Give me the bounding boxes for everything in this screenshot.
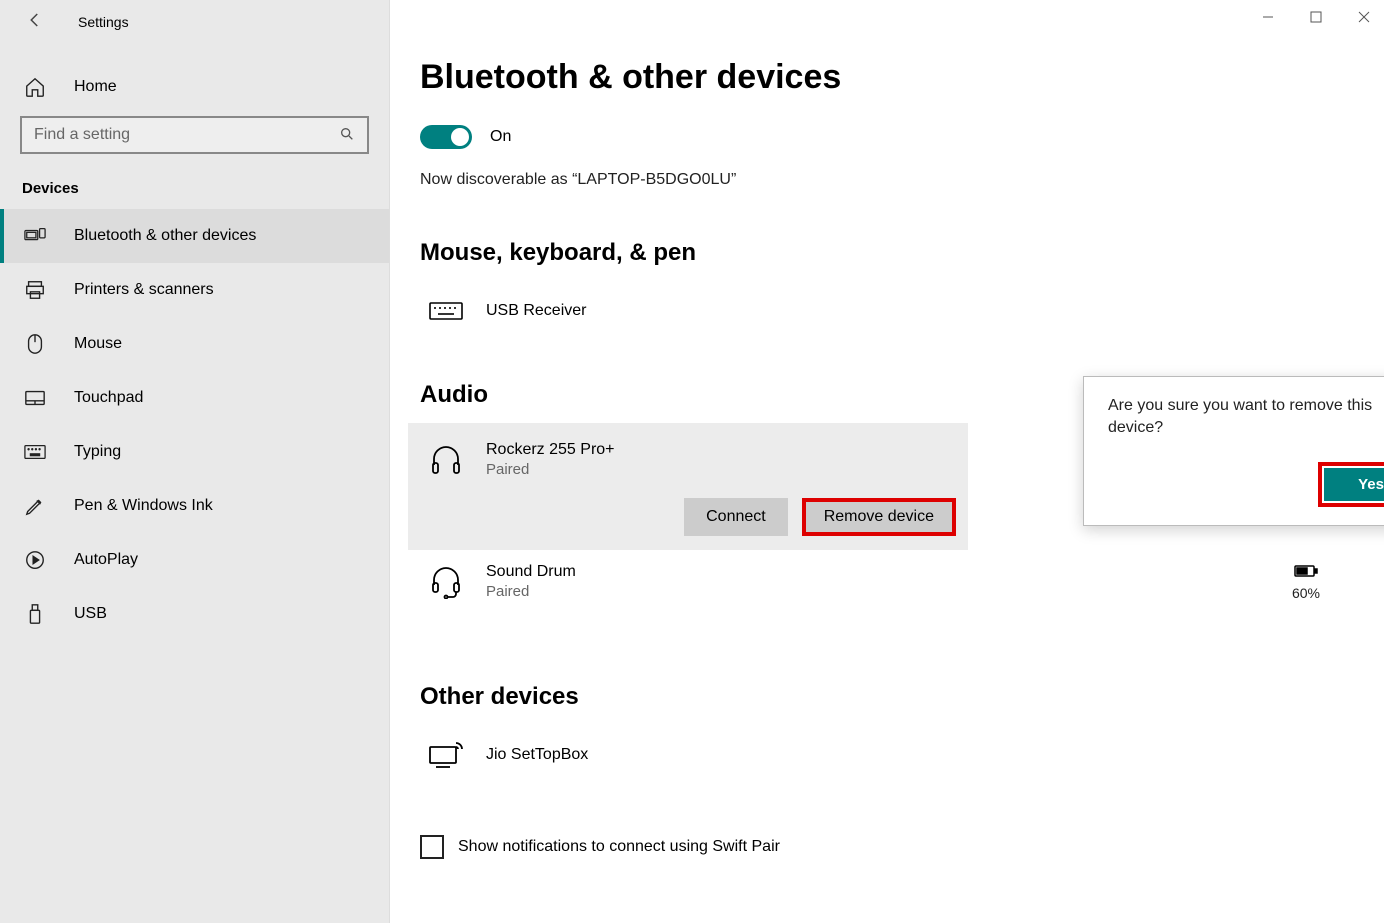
bluetooth-toggle-label: On xyxy=(490,128,511,146)
swift-pair-checkbox[interactable] xyxy=(420,835,444,859)
section-title-other: Other devices xyxy=(420,683,1350,711)
close-button[interactable] xyxy=(1358,10,1370,26)
popup-yes-button[interactable]: Yes xyxy=(1324,468,1384,501)
connect-button[interactable]: Connect xyxy=(684,498,788,536)
remove-device-button[interactable]: Remove device xyxy=(802,498,956,536)
sidebar-item-usb[interactable]: USB xyxy=(0,587,389,641)
sidebar-item-label: Pen & Windows Ink xyxy=(74,497,213,515)
display-device-icon xyxy=(428,737,464,773)
device-actions: Connect Remove device xyxy=(420,498,968,536)
maximize-button[interactable] xyxy=(1310,10,1322,26)
popup-yes-highlight: Yes xyxy=(1318,462,1384,507)
main: Bluetooth & other devices On Now discove… xyxy=(390,0,1384,923)
device-name: Jio SetTopBox xyxy=(486,746,1350,764)
device-row-rockerz[interactable]: Rockerz 255 Pro+ Paired xyxy=(420,437,968,498)
sidebar-item-label: Mouse xyxy=(74,335,122,353)
app-title: Settings xyxy=(78,14,129,30)
device-status: Paired xyxy=(486,461,968,478)
printer-icon xyxy=(24,279,46,301)
bluetooth-toggle-row: On xyxy=(420,125,1350,149)
discoverable-text: Now discoverable as “LAPTOP-B5DGO0LU” xyxy=(420,171,1350,189)
usb-icon xyxy=(24,603,46,625)
search-input[interactable] xyxy=(34,126,339,144)
popup-text: Are you sure you want to remove this dev… xyxy=(1108,395,1384,440)
page-title: Bluetooth & other devices xyxy=(420,58,1350,97)
search-icon xyxy=(339,126,355,145)
battery-icon xyxy=(1292,562,1320,583)
swift-pair-row: Show notifications to connect using Swif… xyxy=(420,835,1350,859)
device-name: Rockerz 255 Pro+ xyxy=(486,441,968,459)
keyboard-icon xyxy=(24,441,46,463)
device-battery: 60% xyxy=(1292,562,1320,601)
search-box[interactable] xyxy=(20,116,369,154)
sidebar-item-touchpad[interactable]: Touchpad xyxy=(0,371,389,425)
popup-actions: Yes xyxy=(1108,462,1384,507)
device-row-sound-drum[interactable]: Sound Drum Paired 60% xyxy=(420,550,1350,613)
device-name: USB Receiver xyxy=(486,302,1350,320)
autoplay-icon xyxy=(24,549,46,571)
sidebar-item-typing[interactable]: Typing xyxy=(0,425,389,479)
sidebar-item-label: Bluetooth & other devices xyxy=(74,227,256,245)
sidebar-item-pen[interactable]: Pen & Windows Ink xyxy=(0,479,389,533)
device-row-settopbox[interactable]: Jio SetTopBox xyxy=(420,725,1350,785)
sidebar-item-printers[interactable]: Printers & scanners xyxy=(0,263,389,317)
home-icon xyxy=(24,76,46,98)
device-name: Sound Drum xyxy=(486,563,1270,581)
sidebar-item-label: Typing xyxy=(74,443,121,461)
selected-device-panel: Rockerz 255 Pro+ Paired Connect Remove d… xyxy=(408,423,968,550)
device-status: Paired xyxy=(486,583,1270,600)
bluetooth-toggle[interactable] xyxy=(420,125,472,149)
home-label: Home xyxy=(74,78,117,96)
sidebar-item-label: Printers & scanners xyxy=(74,281,214,299)
headphones-icon xyxy=(428,442,464,478)
sidebar-item-label: USB xyxy=(74,605,107,623)
touchpad-icon xyxy=(24,387,46,409)
sidebar-item-bluetooth[interactable]: Bluetooth & other devices xyxy=(0,209,389,263)
back-arrow-icon[interactable] xyxy=(22,7,48,38)
sidebar-item-mouse[interactable]: Mouse xyxy=(0,317,389,371)
home-nav[interactable]: Home xyxy=(0,62,389,112)
pen-icon xyxy=(24,495,46,517)
sidebar: Settings Home Devices Bluetooth & other … xyxy=(0,0,390,923)
section-title-mouse-kb: Mouse, keyboard, & pen xyxy=(420,239,1350,267)
search-wrap xyxy=(0,116,389,154)
headset-icon xyxy=(428,564,464,600)
bluetooth-devices-icon xyxy=(24,225,46,247)
sidebar-item-autoplay[interactable]: AutoPlay xyxy=(0,533,389,587)
sidebar-section-label: Devices xyxy=(0,154,389,209)
keyboard-device-icon xyxy=(428,293,464,329)
swift-pair-label: Show notifications to connect using Swif… xyxy=(458,838,780,856)
titlebar: Settings xyxy=(0,0,389,44)
battery-percent: 60% xyxy=(1292,585,1320,601)
confirm-remove-popup: Are you sure you want to remove this dev… xyxy=(1083,376,1384,526)
sidebar-item-label: Touchpad xyxy=(74,389,143,407)
minimize-button[interactable] xyxy=(1262,10,1274,26)
device-row-usb-receiver[interactable]: USB Receiver xyxy=(420,281,1350,341)
sidebar-item-label: AutoPlay xyxy=(74,551,138,569)
mouse-icon xyxy=(24,333,46,355)
window-controls xyxy=(1262,10,1370,26)
